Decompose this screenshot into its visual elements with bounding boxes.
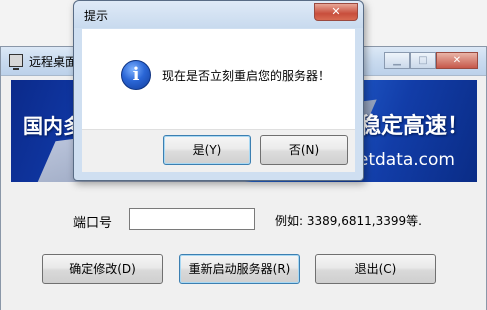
port-label: 端口号: [73, 216, 113, 231]
confirm-modify-button[interactable]: 确定修改(D): [42, 254, 163, 284]
port-hint: 例如: 3389,6811,3399等.: [275, 214, 422, 228]
window-controls: ▁ □ ✕: [384, 52, 478, 69]
minimize-button[interactable]: ▁: [384, 52, 410, 69]
computer-icon: [9, 54, 23, 70]
restart-server-button[interactable]: 重新启动服务器(R): [179, 254, 300, 284]
prompt-dialog: 提示 ✕ i 现在是否立刻重启您的服务器！ 是(Y) 否(N): [73, 0, 364, 181]
banner-url: etdata.com: [357, 150, 455, 170]
dialog-footer: 是(Y) 否(N): [82, 129, 355, 172]
dialog-close-button[interactable]: ✕: [314, 3, 358, 21]
yes-button[interactable]: 是(Y): [163, 135, 251, 165]
no-button[interactable]: 否(N): [260, 135, 348, 165]
dialog-titlebar[interactable]: 提示 ✕: [74, 1, 363, 28]
dialog-body: i 现在是否立刻重启您的服务器！: [82, 29, 355, 129]
dialog-title: 提示: [84, 9, 109, 23]
exit-button[interactable]: 退出(C): [315, 254, 436, 284]
maximize-button[interactable]: □: [410, 52, 436, 69]
info-icon: i: [121, 60, 151, 90]
main-close-button[interactable]: ✕: [436, 52, 478, 69]
screen: 远程桌面 ▁ □ ✕ 国内多 ，稳定高速！ etdata.com 端口号 例如:…: [0, 0, 487, 310]
main-window-title: 远程桌面: [29, 55, 78, 69]
port-input[interactable]: [129, 208, 255, 230]
dialog-message: 现在是否立刻重启您的服务器！: [162, 69, 331, 83]
